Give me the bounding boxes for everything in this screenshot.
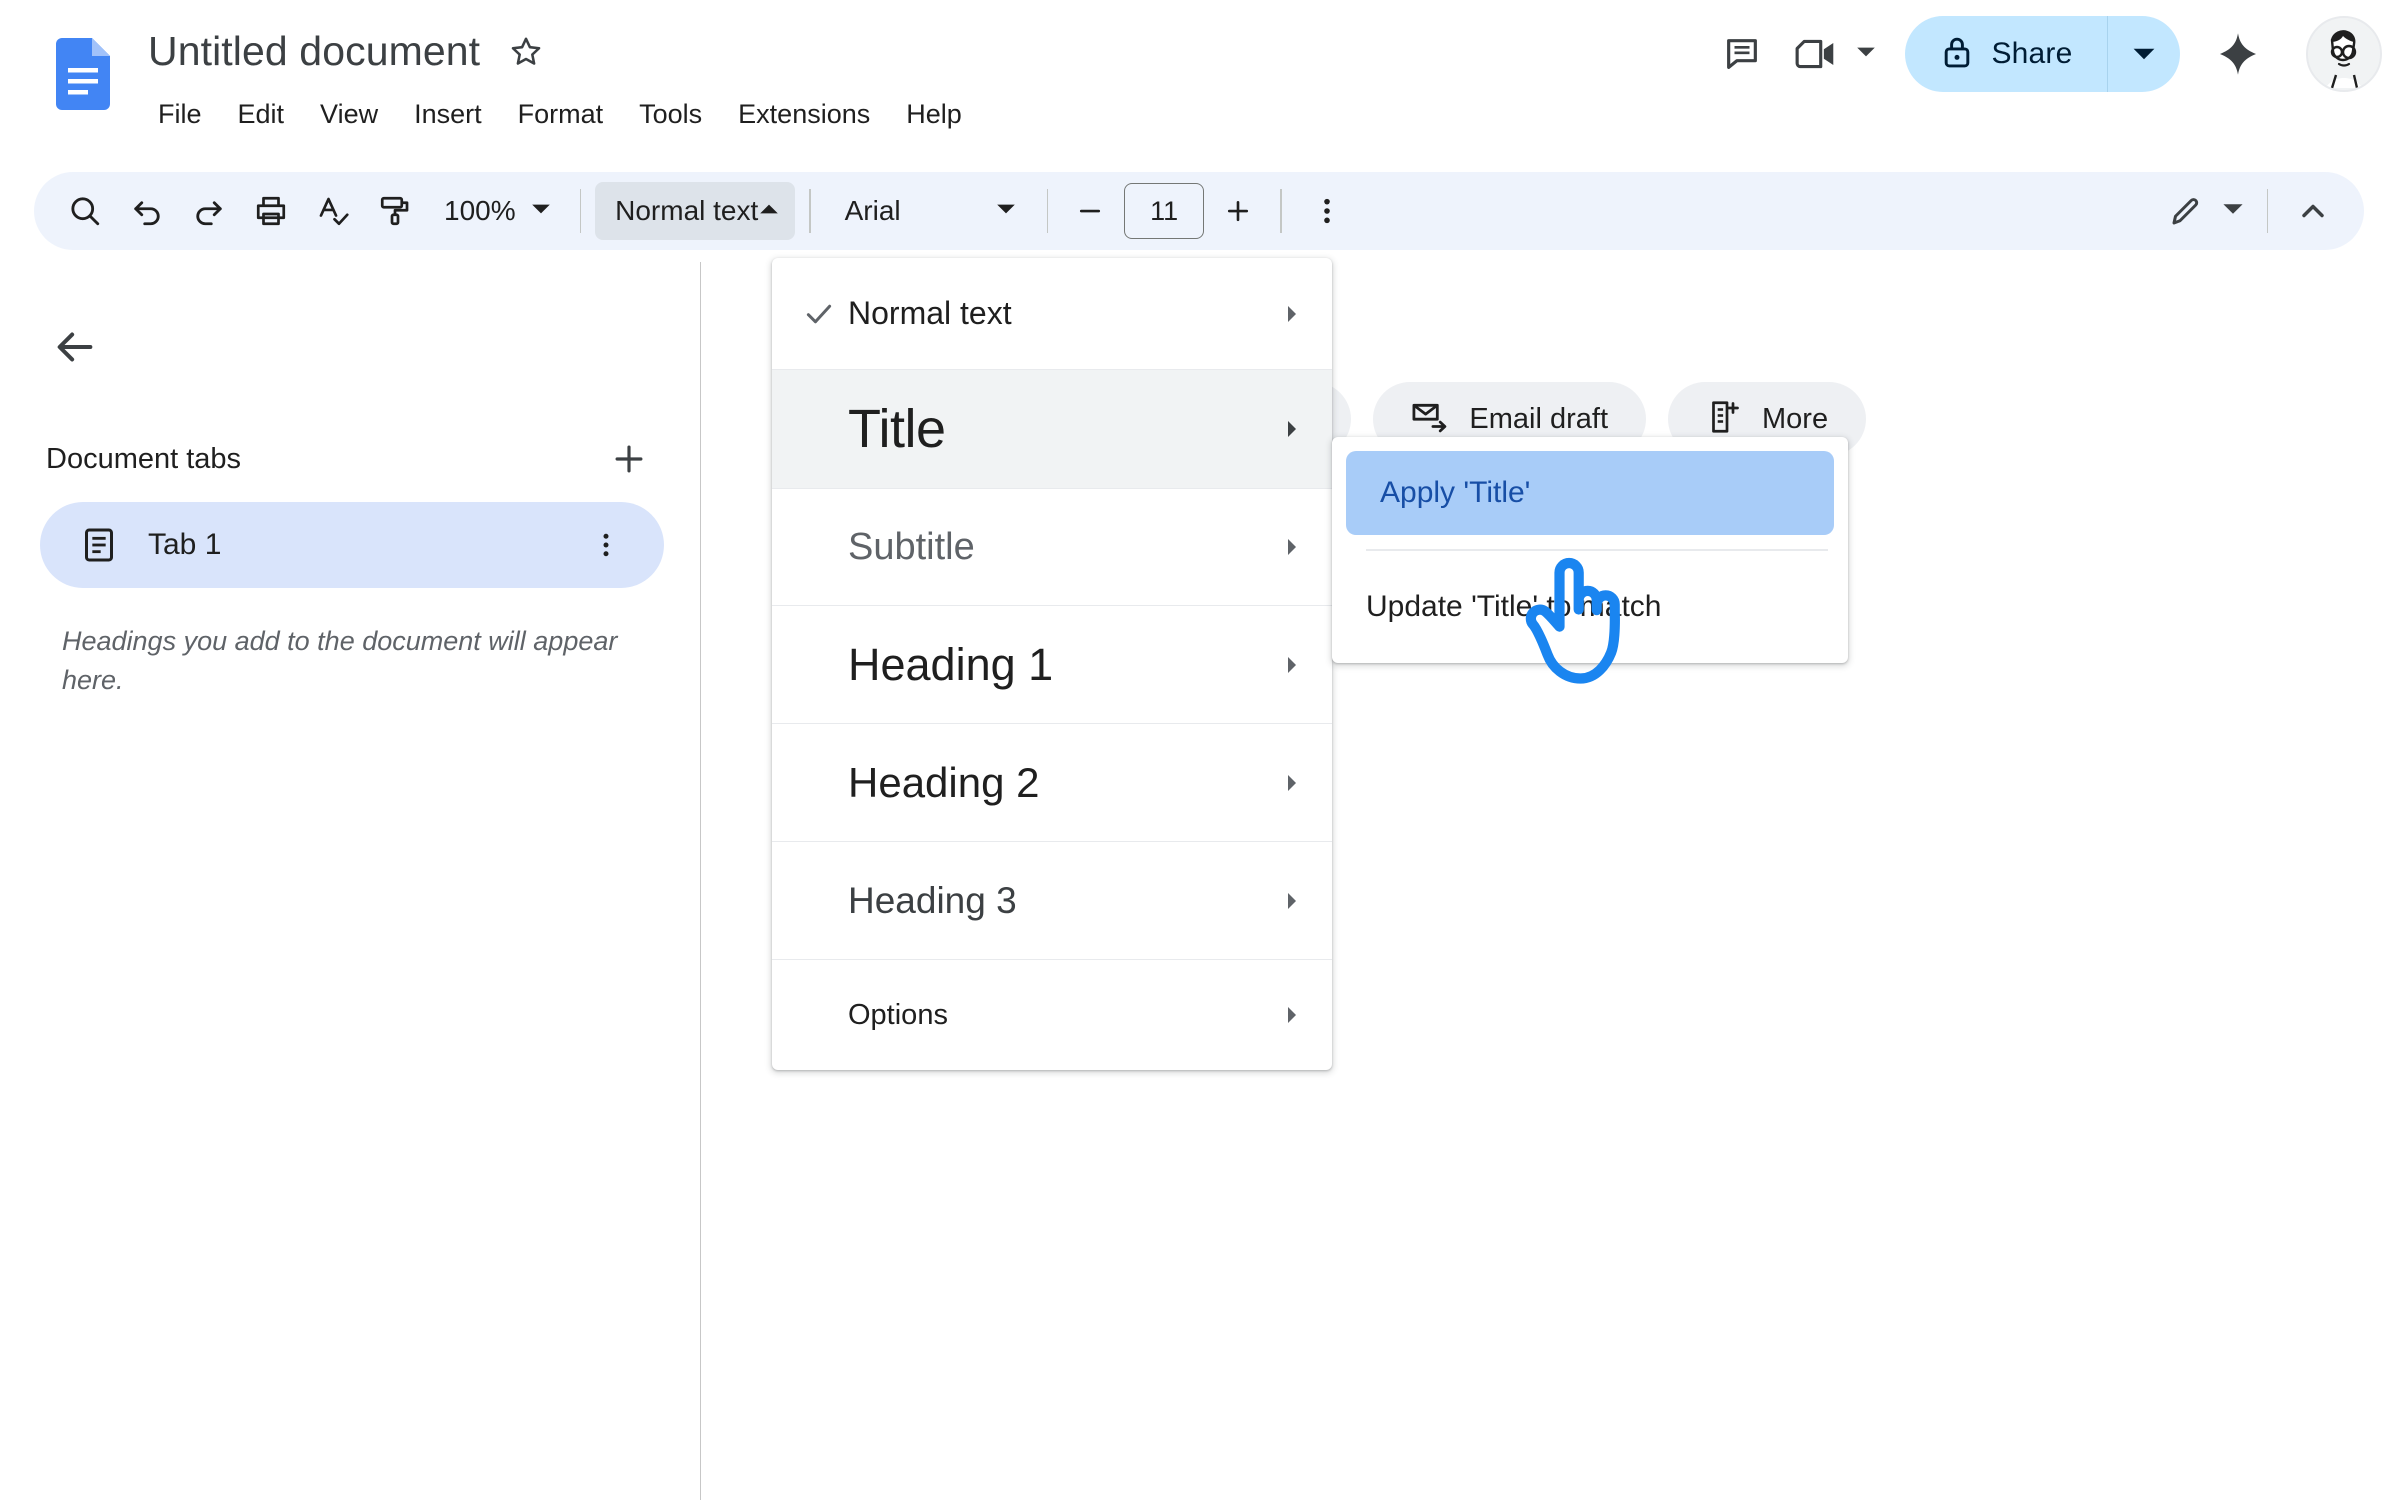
menu-item-label: Heading 3: [848, 879, 1017, 921]
submenu-item-apply-title[interactable]: Apply 'Title': [1346, 451, 1834, 535]
menu-item-heading-2[interactable]: Heading 2: [772, 724, 1332, 842]
menu-insert[interactable]: Insert: [396, 95, 500, 134]
font-size-stepper: 11: [1062, 183, 1266, 239]
spellcheck-icon[interactable]: [302, 180, 364, 242]
menu-format[interactable]: Format: [500, 95, 622, 134]
toolbar-divider: [579, 189, 582, 233]
caret-up-icon: [758, 198, 780, 225]
chevron-up-icon[interactable]: [2282, 180, 2344, 242]
redo-icon[interactable]: [178, 180, 240, 242]
font-size-input[interactable]: 11: [1124, 183, 1205, 239]
paint-roller-icon[interactable]: [364, 180, 426, 242]
search-icon[interactable]: [54, 180, 116, 242]
caret-right-icon: [1278, 773, 1306, 793]
paragraph-style-dropdown[interactable]: Normal text: [595, 182, 796, 240]
menu-tools[interactable]: Tools: [621, 95, 720, 134]
sidebar-title: Document tabs: [46, 442, 242, 475]
arrow-left-icon[interactable]: [42, 314, 108, 380]
mail-forward-icon: [1411, 400, 1449, 439]
star-outline-icon[interactable]: [504, 30, 548, 74]
sidebar-header: Document tabs: [46, 432, 656, 486]
document-tabs-sidebar: Document tabs Tab 1 Headings you add to …: [0, 262, 700, 1500]
video-camera-icon[interactable]: [1779, 17, 1853, 91]
caret-down-icon: [530, 198, 552, 225]
menu-item-label: Options: [848, 998, 948, 1031]
menu-item-label: Normal text: [848, 295, 1012, 331]
menu-item-heading-1[interactable]: Heading 1: [772, 606, 1332, 724]
menu-item-label: Heading 2: [848, 758, 1040, 806]
google-docs-icon[interactable]: [56, 38, 110, 110]
menu-item-label: Heading 1: [848, 638, 1054, 690]
checkmark-icon: [802, 297, 848, 331]
caret-down-icon[interactable]: [1855, 41, 1877, 68]
font-family-dropdown[interactable]: Arial: [825, 182, 1033, 240]
sidebar-item-label: Tab 1: [148, 528, 222, 561]
caret-down-icon[interactable]: [2221, 197, 2245, 226]
three-dots-vertical-icon[interactable]: [582, 521, 630, 569]
menu-edit[interactable]: Edit: [220, 95, 303, 134]
share-button[interactable]: Share: [1905, 16, 2180, 92]
paragraph-style-label: Normal text: [615, 195, 759, 226]
menu-item-subtitle[interactable]: Subtitle: [772, 489, 1332, 606]
menu-file[interactable]: File: [150, 95, 220, 134]
chip-label: Email draft: [1469, 402, 1609, 435]
editing-mode-button[interactable]: [2155, 180, 2253, 242]
menu-item-options[interactable]: Options: [772, 960, 1332, 1070]
top-bar-actions: Share: [1705, 12, 2382, 96]
top-bar: Untitled document File Edit View Insert …: [0, 0, 2400, 168]
google-docs-window: Untitled document File Edit View Insert …: [0, 0, 2400, 1500]
caret-right-icon: [1278, 891, 1306, 911]
document-title[interactable]: Untitled document: [148, 28, 480, 75]
document-title-row: Untitled document: [148, 28, 548, 75]
caret-down-icon: [995, 198, 1017, 225]
three-dots-vertical-icon[interactable]: [1296, 180, 1358, 242]
caret-right-icon: [1278, 304, 1306, 324]
zoom-level-dropdown[interactable]: 100%: [426, 182, 566, 240]
menu-item-label: Subtitle: [848, 525, 975, 568]
avatar[interactable]: [2306, 16, 2382, 92]
lock-icon: [1941, 35, 1973, 74]
undo-icon[interactable]: [116, 180, 178, 242]
toolbar-divider: [2266, 189, 2268, 233]
share-label: Share: [1991, 37, 2073, 70]
caret-right-icon: [1278, 1005, 1306, 1025]
comment-icon[interactable]: [1705, 17, 1779, 91]
menu-extensions[interactable]: Extensions: [720, 95, 888, 134]
paragraph-styles-menu: Normal text Title Subtitle Heading 1 Hea…: [772, 258, 1332, 1070]
menu-view[interactable]: View: [302, 95, 396, 134]
toolbar-divider: [1280, 189, 1282, 233]
menu-item-title[interactable]: Title: [772, 370, 1332, 489]
formatting-toolbar: 100% Normal text Arial 11: [34, 172, 2364, 250]
caret-right-icon: [1278, 655, 1306, 675]
zoom-level-label: 100%: [444, 195, 516, 226]
pencil-icon[interactable]: [2155, 180, 2217, 242]
submenu-item-update-title[interactable]: Update 'Title' to match: [1332, 565, 1848, 649]
title-style-submenu: Apply 'Title' Update 'Title' to match: [1332, 437, 1848, 663]
menu-item-normal-text[interactable]: Normal text: [772, 258, 1332, 370]
menu-item-heading-3[interactable]: Heading 3: [772, 842, 1332, 960]
submenu-divider: [1366, 549, 1828, 551]
share-main[interactable]: Share: [1905, 16, 2106, 92]
document-icon: [78, 524, 120, 566]
sidebar-item-tab-1[interactable]: Tab 1: [40, 502, 664, 588]
sparkle-icon[interactable]: [2196, 12, 2280, 96]
toolbar-divider: [809, 189, 811, 233]
menu-item-label: Title: [848, 399, 946, 459]
caret-right-icon: [1278, 537, 1306, 557]
font-size-increase-button[interactable]: [1210, 183, 1266, 239]
share-dropdown-caret[interactable]: [2108, 16, 2180, 92]
font-family-label: Arial: [844, 195, 901, 226]
menu-help[interactable]: Help: [888, 95, 980, 134]
meet-button[interactable]: [1779, 17, 1883, 91]
menu-bar: File Edit View Insert Format Tools Exten…: [150, 95, 980, 134]
document-plus-icon: [1706, 399, 1742, 440]
font-size-decrease-button[interactable]: [1062, 183, 1118, 239]
plus-icon[interactable]: [602, 432, 656, 486]
toolbar-right-group: [2155, 180, 2345, 242]
caret-right-icon: [1278, 419, 1306, 439]
chip-label: More: [1762, 402, 1829, 435]
print-icon[interactable]: [240, 180, 302, 242]
toolbar-divider: [1046, 189, 1049, 233]
sidebar-empty-hint: Headings you add to the document will ap…: [62, 626, 618, 696]
